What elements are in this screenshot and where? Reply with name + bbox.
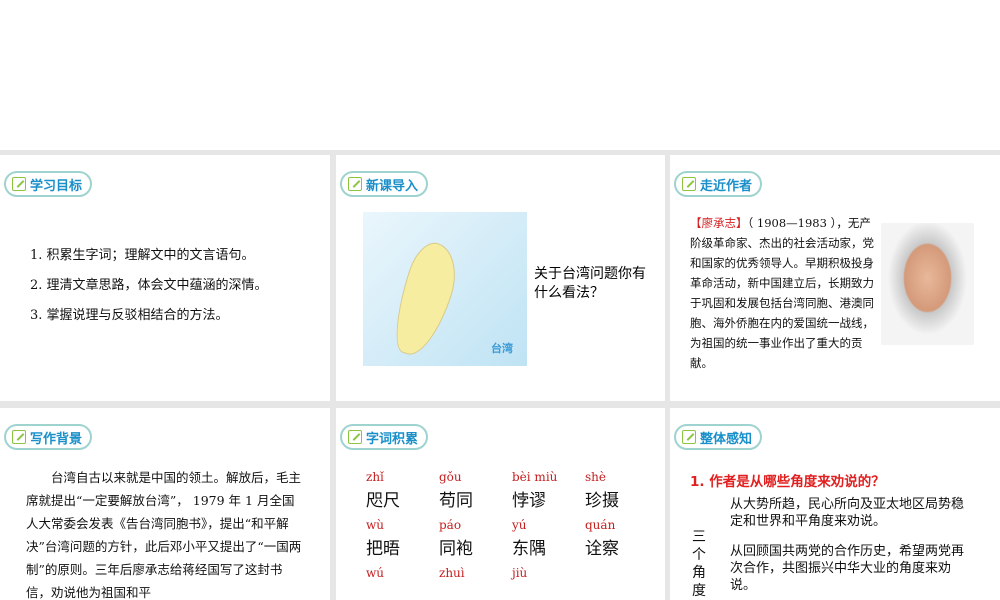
word [439,582,512,600]
word: 咫尺 [366,491,400,511]
word: 东隅 [512,539,546,559]
badge-label: 学习目标 [30,178,83,194]
section-badge: 字词积累 [340,424,429,450]
vocab-word: gǒu 苟同 [439,470,512,514]
slide-learning-goals[interactable]: 学习目标 1. 积累生字词；理解文中的文言语句。 2. 理清文章思路，体会文中蕴… [0,155,330,401]
section-badge: 学习目标 [4,171,93,197]
author-text: （ 1908—1983 ），无产阶级革命家、杰出的社会活动家，党和国家的优秀领导… [690,216,874,370]
word: 苟同 [439,491,473,511]
side-label: 三个角度 [692,529,706,599]
vocab-word: jiù [512,566,585,600]
vocab-word: zhuì [439,566,512,600]
goal-item: 1. 积累生字词；理解文中的文言语句。 [30,248,255,263]
island-shape [384,237,466,362]
background-text: 台湾自古以来就是中国的领土。解放后，毛主席就提出“一定要解放台湾”， 1979 … [26,470,302,600]
word: 同袍 [439,539,473,559]
section-badge: 整体感知 [674,424,763,450]
vocab-word: bèi miù 悖谬 [512,470,585,514]
slide-author[interactable]: 走近作者 【廖承志】（ 1908—1983 ），无产阶级革命家、杰出的社会活动家… [670,155,1000,401]
pinyin: zhuì [439,566,465,580]
pinyin: wú [366,566,384,580]
intro-question: 关于台湾问题你有什么看法？ [534,266,646,301]
edit-icon [348,177,362,191]
slide-vocab[interactable]: 字词积累 zhǐ 咫尺 gǒu 苟同 bèi miù 悖谬 shè 珍摄 wù 把晤 páo 同袍 yú… [336,408,665,600]
angle-item: 从大势所趋，民心所向及亚太地区局势稳定和世界和平角度来劝说。 [730,497,965,529]
edit-icon [12,430,26,444]
goal-item: 3. 掌握说理与反驳相结合的方法。 [30,308,229,323]
vocab-row: wú zhuì jiù [366,566,658,600]
section-badge: 写作背景 [4,424,93,450]
badge-label: 走近作者 [700,178,753,194]
word: 珍摄 [585,491,619,511]
badge-label: 新课导入 [366,178,419,194]
edit-icon [682,177,696,191]
slide-overview[interactable]: 整体感知 1. 作者是从哪些角度来劝说的？ 三个角度 从大势所趋，民心所向及亚太… [670,408,1000,600]
vocab-word: zhǐ 咫尺 [366,470,439,514]
slide-background[interactable]: 写作背景 台湾自古以来就是中国的领土。解放后，毛主席就提出“一定要解放台湾”， … [0,408,330,600]
vocab-row: zhǐ 咫尺 gǒu 苟同 bèi miù 悖谬 shè 珍摄 [366,470,658,514]
pinyin: zhǐ [366,470,384,484]
pinyin: páo [439,518,462,532]
word: 悖谬 [512,491,546,511]
vocab-grid: zhǐ 咫尺 gǒu 苟同 bèi miù 悖谬 shè 珍摄 wù 把晤 páo 同袍 yú 东隅 quá… [366,470,658,600]
word [366,582,439,600]
pinyin: quán [585,518,616,532]
vocab-word: wú [366,566,439,600]
pinyin: wù [366,518,384,532]
section-badge: 走近作者 [674,171,763,197]
badge-label: 字词积累 [366,431,419,447]
pinyin: yú [512,518,527,532]
edit-icon [682,430,696,444]
author-bio: 【廖承志】（ 1908—1983 ），无产阶级革命家、杰出的社会活动家，党和国家… [690,213,880,373]
pinyin: jiù [512,566,528,580]
word [512,582,585,600]
word: 诠察 [585,539,619,559]
author-photo [881,223,974,345]
map-label: 台湾 [491,342,513,355]
slide-intro[interactable]: 新课导入 台湾 关于台湾问题你有什么看法？ [336,155,665,401]
vocab-word: yú 东隅 [512,518,585,562]
author-name: 【廖承志】 [690,216,748,230]
goals-list: 1. 积累生字词；理解文中的文言语句。 2. 理清文章思路，体会文中蕴涵的深情。… [30,241,268,331]
vocab-word: páo 同袍 [439,518,512,562]
edit-icon [348,430,362,444]
overview-question: 1. 作者是从哪些角度来劝说的？ [690,474,885,490]
pinyin: bèi miù [512,470,558,484]
vocab-word: wù 把晤 [366,518,439,562]
vocab-word: shè 珍摄 [585,470,658,514]
section-badge: 新课导入 [340,171,429,197]
goal-item: 2. 理清文章思路，体会文中蕴涵的深情。 [30,278,268,293]
taiwan-map-image: 台湾 [363,212,527,366]
pinyin: gǒu [439,470,462,484]
edit-icon [12,177,26,191]
pinyin: shè [585,470,606,484]
word: 把晤 [366,539,400,559]
vocab-word: quán 诠察 [585,518,658,562]
vocab-row: wù 把晤 páo 同袍 yú 东隅 quán 诠察 [366,518,658,562]
badge-label: 整体感知 [700,431,753,447]
blank-top-area [0,0,1000,150]
badge-label: 写作背景 [30,431,83,447]
angle-item: 从回顾国共两党的合作历史，希望两党再次合作，共图振兴中华大业的角度来劝说。 [730,544,965,593]
